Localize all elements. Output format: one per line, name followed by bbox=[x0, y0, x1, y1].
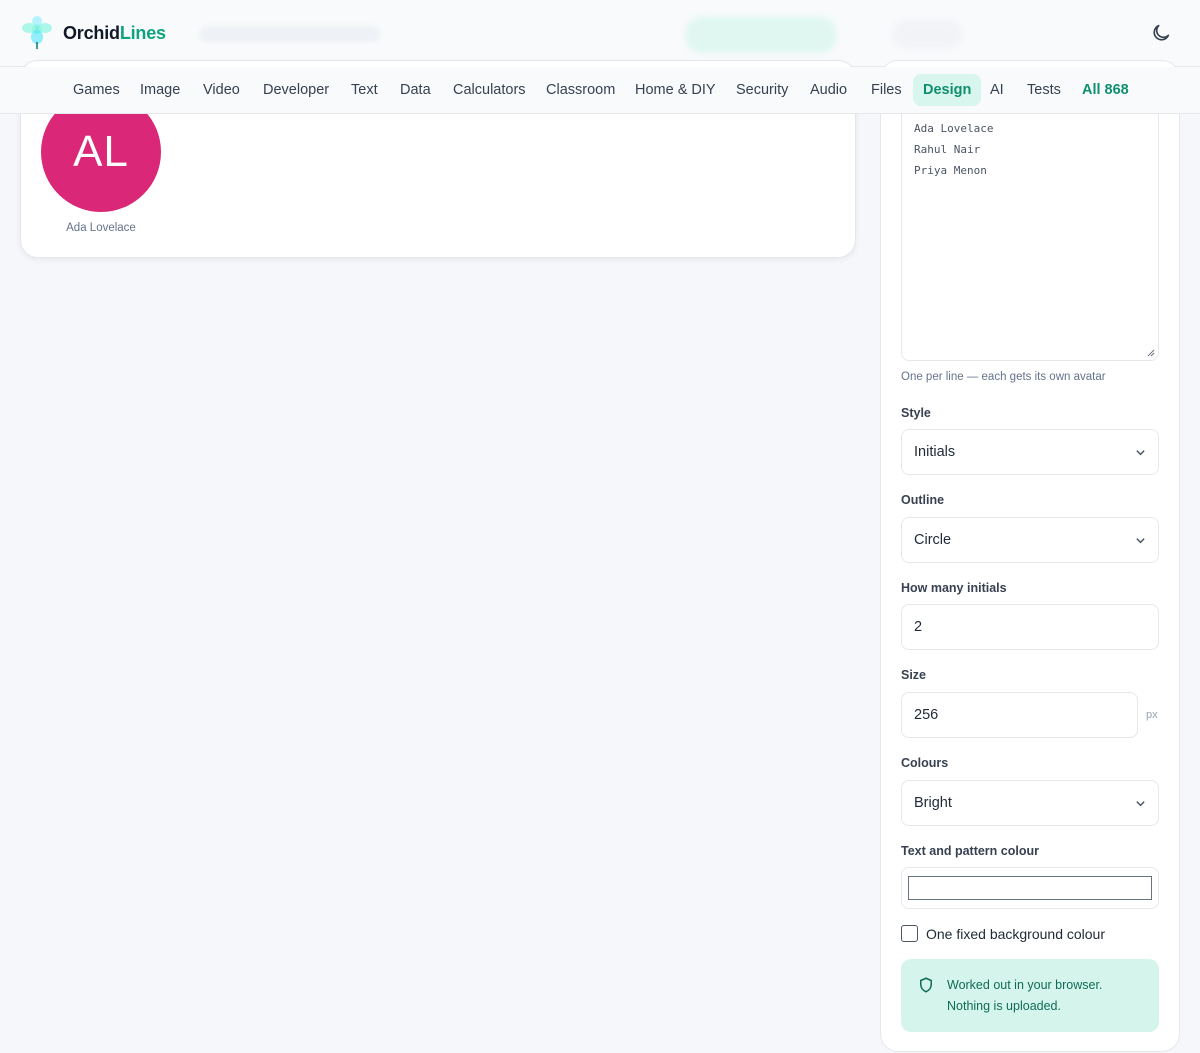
style-select[interactable]: Initials bbox=[901, 429, 1159, 475]
names-textarea[interactable]: Ada Lovelace Rahul Nair Priya Menon bbox=[901, 101, 1159, 361]
privacy-line-2: Nothing is uploaded. bbox=[947, 999, 1061, 1013]
chevron-down-icon bbox=[1136, 538, 1145, 544]
text-colour-field bbox=[901, 867, 1159, 909]
nav-item-all[interactable]: All 868 bbox=[1072, 74, 1139, 106]
nav-item-audio[interactable]: Audio bbox=[800, 74, 857, 106]
nav-item-developer[interactable]: Developer bbox=[253, 74, 339, 106]
nav-item-ai[interactable]: AI bbox=[980, 74, 1014, 106]
privacy-text: Worked out in your browser. Nothing is u… bbox=[947, 975, 1102, 1017]
orchid-logo-icon bbox=[22, 16, 52, 49]
chevron-down-icon bbox=[1136, 801, 1145, 807]
privacy-line-1: Worked out in your browser. bbox=[947, 978, 1103, 992]
blurred-search-placeholder bbox=[200, 26, 380, 42]
nav-item-home-diy[interactable]: Home & DIY bbox=[625, 74, 726, 106]
nav-item-games[interactable]: Games bbox=[63, 74, 130, 106]
brand-part2: Lines bbox=[119, 22, 166, 43]
brand-part1: Orchid bbox=[63, 22, 120, 43]
brand-logo-link[interactable]: OrchidLines bbox=[21, 16, 166, 50]
nav-item-classroom[interactable]: Classroom bbox=[536, 74, 625, 106]
category-nav: Games Image Video Developer Text Data Ca… bbox=[0, 67, 1200, 114]
top-header: OrchidLines bbox=[0, 0, 1200, 67]
nav-item-files[interactable]: Files bbox=[861, 74, 912, 106]
style-value: Initials bbox=[914, 444, 956, 460]
outline-select[interactable]: Circle bbox=[901, 517, 1159, 563]
names-hint: One per line — each gets its own avatar bbox=[901, 371, 1106, 383]
chevron-down-icon bbox=[1136, 450, 1145, 456]
colours-label: Colours bbox=[901, 756, 949, 770]
fixed-bg-checkbox[interactable] bbox=[901, 925, 918, 942]
outline-value: Circle bbox=[914, 532, 952, 548]
privacy-note: Worked out in your browser. Nothing is u… bbox=[901, 959, 1159, 1032]
name-line: Priya Menon bbox=[914, 164, 987, 177]
avatar-name-caption: Ada Lovelace bbox=[66, 222, 136, 234]
colours-select[interactable]: Bright bbox=[901, 780, 1159, 826]
shield-icon bbox=[920, 977, 932, 993]
size-label: Size bbox=[901, 668, 927, 682]
nav-item-calculators[interactable]: Calculators bbox=[443, 74, 536, 106]
fixed-bg-option[interactable]: One fixed background colour bbox=[901, 925, 1105, 942]
colours-value: Bright bbox=[914, 795, 952, 811]
fixed-bg-label[interactable]: One fixed background colour bbox=[926, 926, 1105, 942]
text-colour-picker[interactable] bbox=[908, 876, 1152, 900]
brand-name: OrchidLines bbox=[63, 23, 166, 44]
nav-item-data[interactable]: Data bbox=[390, 74, 441, 106]
settings-panel: Ada Lovelace Rahul Nair Priya Menon One … bbox=[880, 60, 1180, 1052]
nav-item-security[interactable]: Security bbox=[726, 74, 798, 106]
nav-item-video[interactable]: Video bbox=[193, 74, 250, 106]
style-label: Style bbox=[901, 406, 931, 420]
outline-label: Outline bbox=[901, 493, 945, 507]
resize-handle-icon[interactable] bbox=[1147, 349, 1155, 357]
moon-icon[interactable] bbox=[1150, 22, 1172, 44]
blurred-action-button bbox=[686, 17, 836, 53]
text-colour-label: Text and pattern colour bbox=[901, 844, 1039, 858]
avatar-initials: AL bbox=[73, 127, 129, 176]
name-line: Rahul Nair bbox=[914, 143, 981, 156]
nav-item-image[interactable]: Image bbox=[130, 74, 190, 106]
nav-item-text[interactable]: Text bbox=[341, 74, 388, 106]
nav-item-tests[interactable]: Tests bbox=[1017, 74, 1071, 106]
name-line: Ada Lovelace bbox=[914, 122, 994, 135]
nav-item-design[interactable]: Design bbox=[913, 74, 982, 106]
size-input[interactable]: 256 bbox=[901, 692, 1138, 738]
blurred-header-link bbox=[892, 20, 962, 48]
size-unit: px bbox=[1146, 709, 1158, 721]
initials-count-input[interactable]: 2 bbox=[901, 604, 1159, 650]
initials-count-label: How many initials bbox=[901, 581, 1007, 595]
